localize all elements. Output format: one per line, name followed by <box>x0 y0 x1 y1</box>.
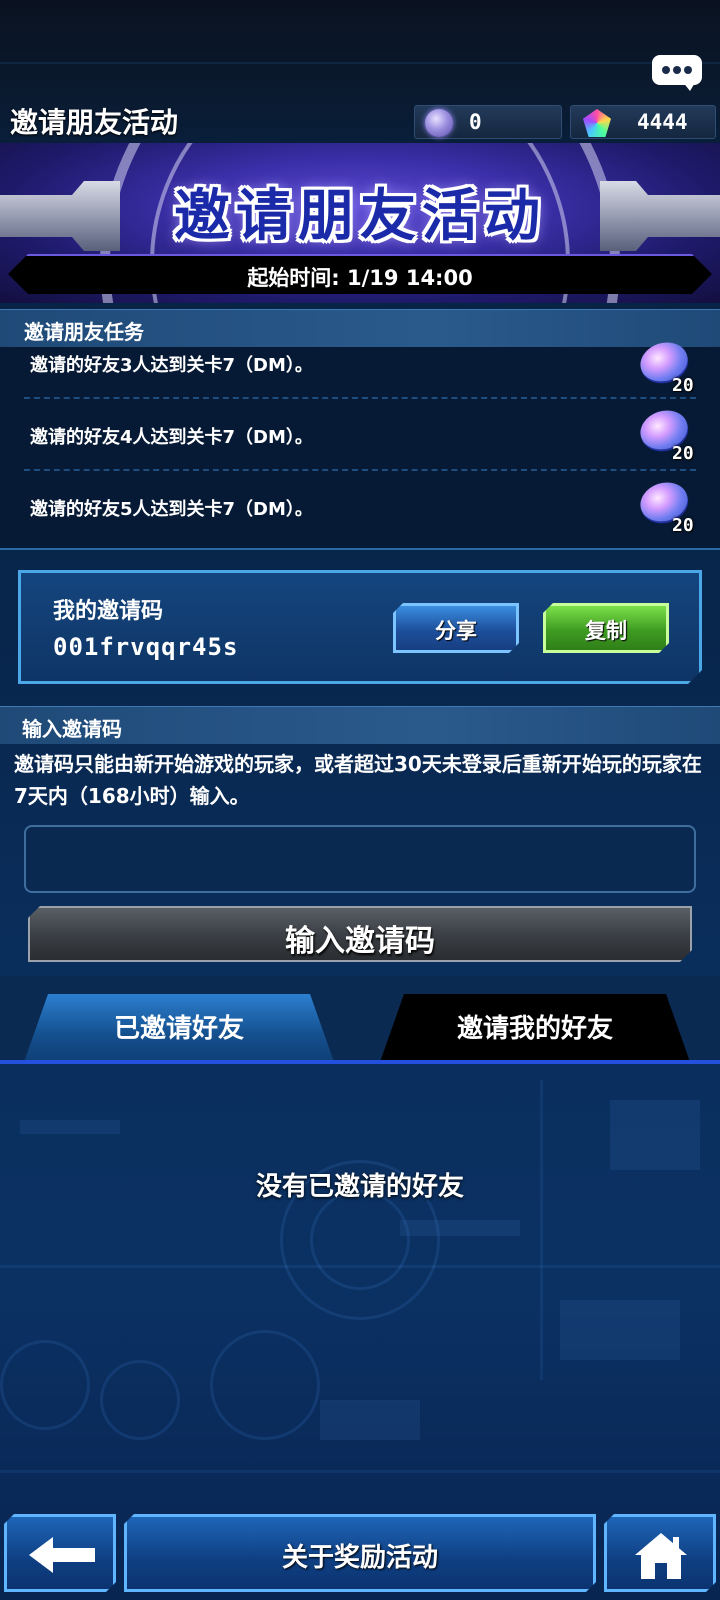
about-rewards-button-label: 关于奖励活动 <box>281 1543 438 1573</box>
enter-invite-code-button-label: 输入邀请码 <box>285 924 435 959</box>
gem-icon <box>583 109 611 137</box>
mission-item: 邀请的好友3人达到关卡7（DM）。 20 <box>0 336 720 419</box>
missions-list[interactable]: 邀请的好友3人达到关卡7（DM）。 20 邀请的好友4人达到关卡7（DM）。 2… <box>0 336 720 550</box>
banner-title: 邀请朋友活动 <box>174 184 546 249</box>
copy-button-label: 复制 <box>585 619 627 643</box>
home-icon <box>633 1531 689 1581</box>
mission-item: 邀请的好友5人达到关卡7（DM）。 20 <box>0 476 720 563</box>
chat-icon[interactable] <box>652 55 702 91</box>
home-button[interactable] <box>604 1514 716 1592</box>
orb-icon <box>425 109 453 137</box>
orb-count: 0 <box>469 110 482 134</box>
divider <box>24 469 696 471</box>
gem-count: 4444 <box>637 110 688 134</box>
empty-list-message: 没有已邀请的好友 <box>255 1172 464 1202</box>
missions-header: 邀请朋友任务 <box>0 309 720 347</box>
mission-text: 邀请的好友4人达到关卡7（DM）。 <box>30 427 313 448</box>
mission-reward: 20 <box>672 375 694 396</box>
enter-code-header-label: 输入邀请码 <box>22 717 122 741</box>
my-invite-code-value: 001frvqqr45s <box>53 633 239 661</box>
start-time-bar: 起始时间: 1/19 14:00 <box>8 254 712 294</box>
page-title: 邀请朋友活动 <box>10 106 179 139</box>
copy-button[interactable]: 复制 <box>543 603 669 653</box>
mission-text: 邀请的好友5人达到关卡7（DM）。 <box>30 499 313 520</box>
enter-code-header: 输入邀请码 <box>0 706 720 744</box>
enter-code-description: 邀请码只能由新开始游戏的玩家，或者超过30天未登录后重新开始玩的玩家在7天内（1… <box>14 752 702 808</box>
mission-text: 邀请的好友3人达到关卡7（DM）。 <box>30 355 313 376</box>
friends-tab-strip: 已邀请好友 邀请我的好友 <box>0 976 720 1064</box>
back-arrow-icon <box>29 1535 99 1575</box>
about-rewards-button[interactable]: 关于奖励活动 <box>124 1514 596 1592</box>
start-time: 起始时间: 1/19 14:00 <box>247 266 473 290</box>
mission-reward: 20 <box>672 443 694 464</box>
top-bar: 邀请朋友活动 0 4444 <box>0 95 720 143</box>
divider <box>24 397 696 399</box>
orb-currency: 0 <box>414 105 562 139</box>
missions-header-label: 邀请朋友任务 <box>24 320 144 344</box>
tab-invited-friends[interactable]: 已邀请好友 <box>24 994 334 1062</box>
mission-item: 邀请的好友4人达到关卡7（DM）。 20 <box>0 404 720 491</box>
gem-currency: 4444 <box>570 105 716 139</box>
back-button[interactable] <box>4 1514 116 1592</box>
share-button-label: 分享 <box>435 619 477 643</box>
enter-invite-code-button[interactable]: 输入邀请码 <box>28 906 692 962</box>
share-button[interactable]: 分享 <box>393 603 519 653</box>
invite-code-input[interactable] <box>24 825 696 893</box>
bottom-nav: 关于奖励活动 <box>0 1510 720 1600</box>
tab-invited-friends-label: 已邀请好友 <box>113 1014 244 1044</box>
my-invite-code-panel: 我的邀请码 001frvqqr45s 分享 复制 <box>18 570 702 684</box>
tab-underline <box>0 1060 720 1064</box>
mission-reward: 20 <box>672 515 694 536</box>
my-invite-code-label: 我的邀请码 <box>53 599 164 624</box>
tab-friends-who-invited-me[interactable]: 邀请我的好友 <box>380 994 690 1062</box>
tab-friends-who-invited-me-label: 邀请我的好友 <box>456 1014 613 1044</box>
